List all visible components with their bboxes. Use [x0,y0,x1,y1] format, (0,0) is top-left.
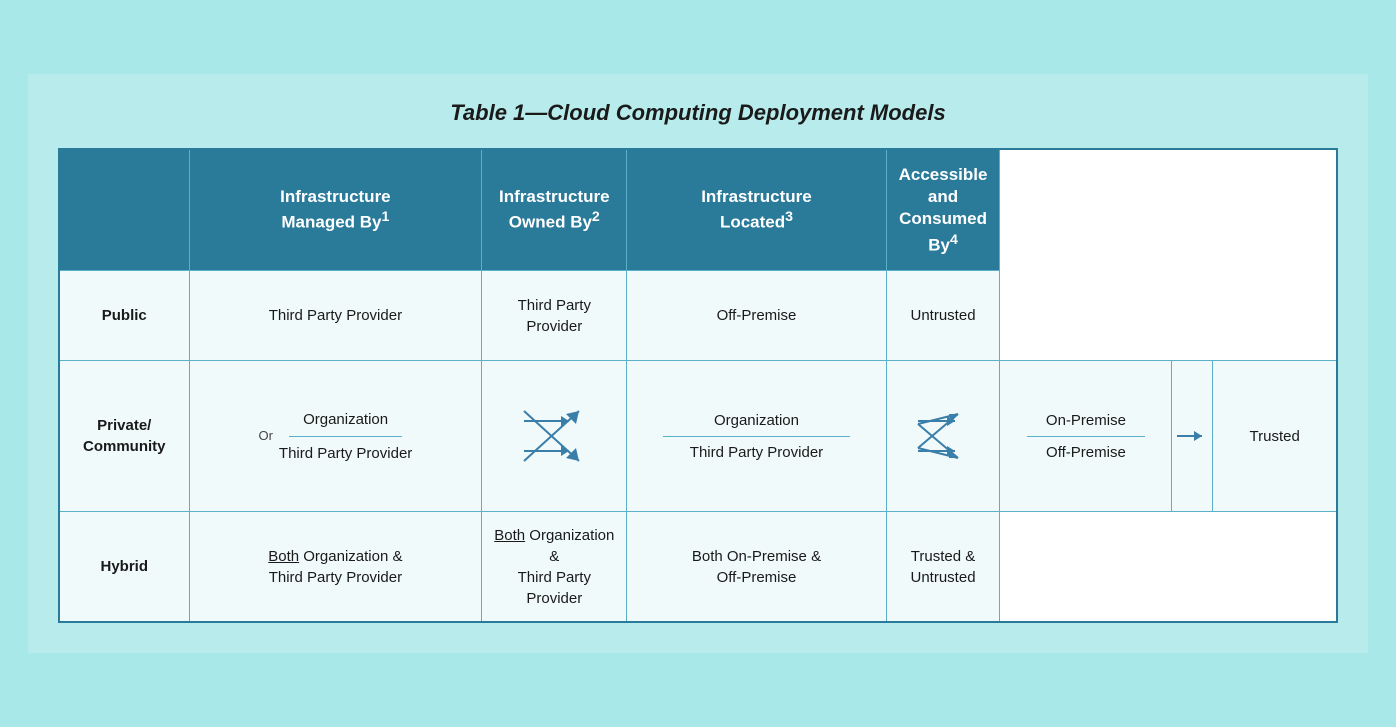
col-header-consumed: Accessible and Consumed By4 [886,149,1000,271]
public-label: Public [59,271,189,361]
to-trusted-arrow-svg [1172,396,1212,476]
private-managed-bottom: Third Party Provider [279,443,412,464]
right-arrows-svg [913,396,973,476]
table-title: Table 1—Cloud Computing Deployment Model… [58,94,1338,132]
main-table: Infrastructure Managed By1 Infrastructur… [58,148,1338,623]
public-managed-cell: Third Party Provider [189,271,482,361]
private-consumed-cell: Trusted [1213,361,1337,512]
public-consumed-cell: Untrusted [886,271,1000,361]
private-owned-divider [663,436,850,437]
private-owned-cell: Organization Third Party Provider [627,361,886,512]
or-label: Or [258,427,272,445]
page-wrapper: Table 1—Cloud Computing Deployment Model… [28,74,1368,653]
hybrid-located-cell: Both On-Premise & Off-Premise [627,512,886,622]
private-managed-top: Organization [303,409,388,430]
hybrid-row: Hybrid Both Organization &Third Party Pr… [59,512,1337,622]
private-located-bottom: Off-Premise [1046,442,1126,463]
private-owned-bottom: Third Party Provider [690,442,823,463]
private-cross-arrows-cell [482,361,627,512]
private-owned-top: Organization [714,410,799,431]
managed-divider [289,436,402,437]
public-owned-cell: Third Party Provider [482,271,627,361]
col-header-located: Infrastructure Located3 [627,149,886,271]
hybrid-managed-line1: Both Organization &Third Party Provider [268,548,402,586]
right-arrows-container [887,371,1000,501]
hybrid-label: Hybrid [59,512,189,622]
managed-stacked: Organization Third Party Provider [279,371,412,501]
col-header-empty [59,149,189,271]
private-owned-wrapper: Organization Third Party Provider [639,371,873,501]
hybrid-consumed-cell: Trusted & Untrusted [886,512,1000,622]
to-trusted-arrow-container [1172,371,1212,501]
private-arrow-to-trusted [1172,361,1213,512]
private-located-top: On-Premise [1046,410,1126,431]
hybrid-managed-cell: Both Organization &Third Party Provider [189,512,482,622]
public-row: Public Third Party Provider Third Party … [59,271,1337,361]
hybrid-owned-cell: Both Organization &Third Party Provider [482,512,627,622]
col-header-owned: Infrastructure Owned By2 [482,149,627,271]
hybrid-owned-text: Both Organization &Third Party Provider [494,527,614,607]
cross-arrows-container [482,371,626,501]
private-located-cell: On-Premise Off-Premise [1000,361,1172,512]
private-managed-cell: Or Organization Third Party Provider [189,361,482,512]
private-located-wrapper: On-Premise Off-Premise [1012,371,1159,501]
private-row: Private/ Community Or Organization Third… [59,361,1337,512]
private-label: Private/ Community [59,361,189,512]
header-row: Infrastructure Managed By1 Infrastructur… [59,149,1337,271]
public-located-cell: Off-Premise [627,271,886,361]
private-located-divider [1027,436,1145,437]
private-managed-wrapper: Or Organization Third Party Provider [202,371,470,501]
cross-arrows-svg [514,396,594,476]
col-header-managed: Infrastructure Managed By1 [189,149,482,271]
private-arrow-after-owned [886,361,1000,512]
